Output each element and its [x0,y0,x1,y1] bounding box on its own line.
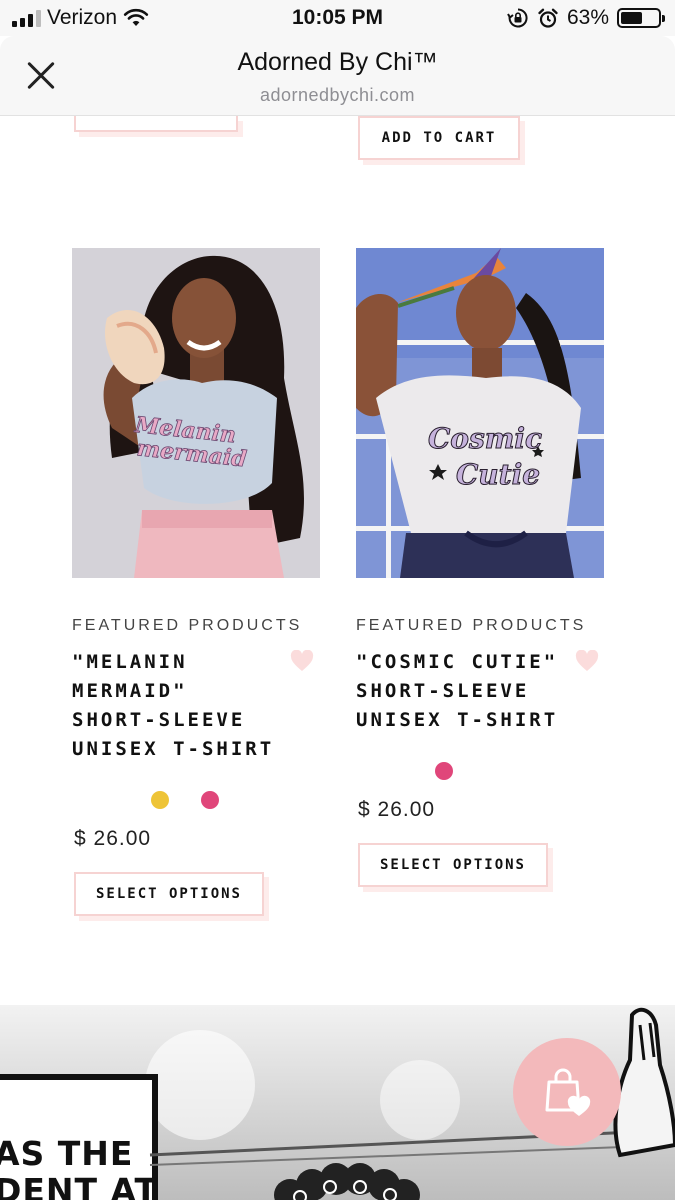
heart-icon[interactable] [290,650,314,672]
color-swatch-pink[interactable] [435,762,453,780]
comic-caption-line-2: DENT AT [0,1171,159,1200]
product-category: FEATURED PRODUCTS [356,617,587,634]
heart-icon[interactable] [575,650,599,672]
page-title: Adorned By Chi™ [237,48,438,76]
product-image-cosmic-cutie[interactable]: Cosmic Cutie [356,248,604,578]
select-options-button[interactable]: SELECT OPTIONS [358,843,548,887]
rotation-lock-icon [507,8,528,28]
product-image-melanin-mermaid[interactable]: Melanin mermaid [72,248,320,578]
alarm-icon [538,8,558,28]
product-category: FEATURED PRODUCTS [72,617,303,634]
page-url[interactable]: adornedbychi.com [0,85,675,106]
battery-level [621,12,643,24]
shopping-bag-heart-icon [545,1068,591,1116]
comic-caption-line-1: AS THE [0,1134,134,1173]
partial-button[interactable] [74,116,238,132]
battery-icon [617,8,665,28]
product-title[interactable]: "Cosmic Cutie" Short-Sleeve Unisex T-Shi… [356,648,566,735]
shirt-graphic-line-2: Cutie [456,458,540,491]
cart-button[interactable] [513,1038,621,1146]
status-bar: Verizon 10:05 PM 63% [0,0,675,36]
add-to-cart-button[interactable]: ADD TO CART [358,116,520,160]
color-swatch-pink[interactable] [201,791,219,809]
product-title[interactable]: "Melanin Mermaid" Short-Sleeve Unisex T-… [72,648,282,764]
select-options-button[interactable]: SELECT OPTIONS [74,872,264,916]
product-price: $ 26.00 [74,827,152,850]
status-right: 63% [507,6,665,30]
browser-header: Adorned By Chi™ adornedbychi.com [0,36,675,116]
shirt-graphic-line-1: Cosmic [428,422,542,455]
product-price: $ 26.00 [358,798,436,821]
battery-percent: 63% [566,6,609,29]
color-swatch-yellow[interactable] [151,791,169,809]
